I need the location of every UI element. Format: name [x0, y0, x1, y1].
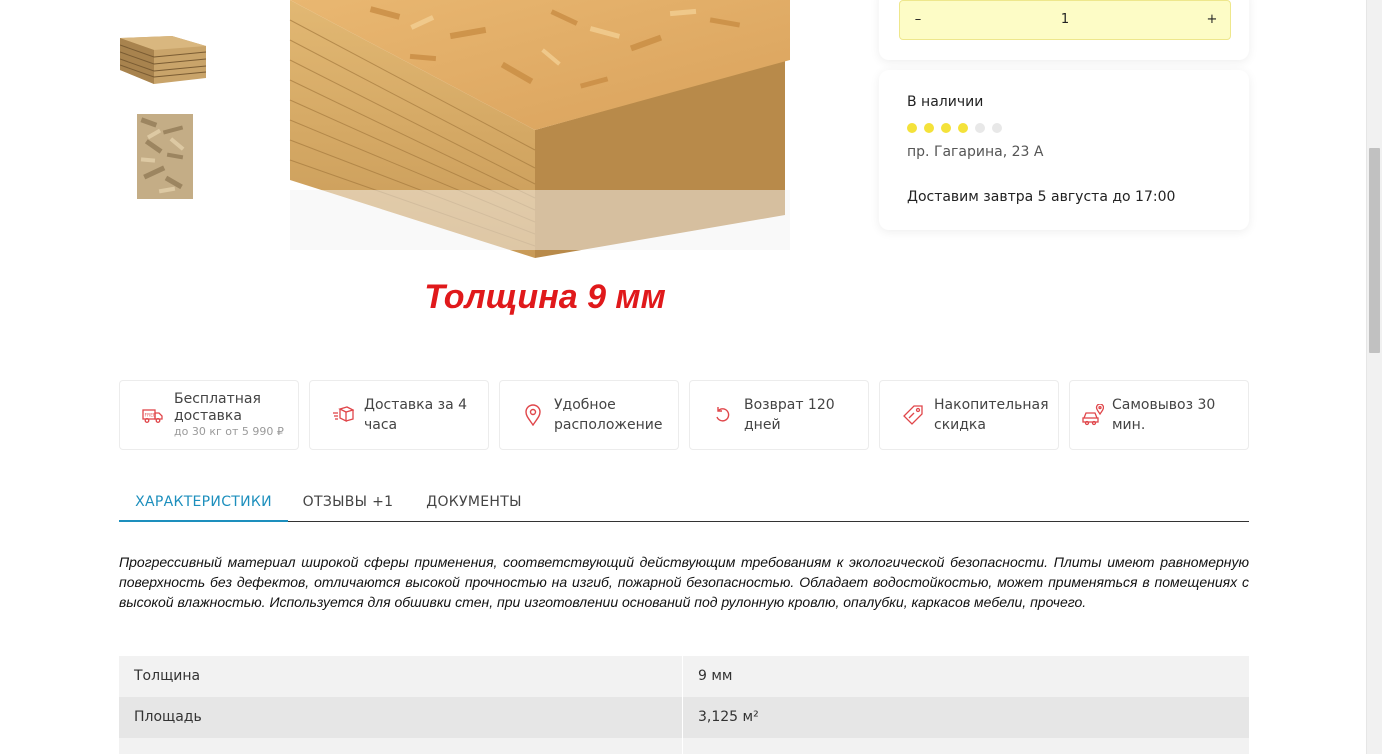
thumbnail-osb-texture[interactable] — [137, 114, 193, 199]
quantity-plus-button[interactable]: + — [1194, 1, 1230, 39]
product-tabs: ХАРАКТЕРИСТИКИ ОТЗЫВЫ +1 ДОКУМЕНТЫ — [119, 482, 1249, 522]
spec-value — [683, 738, 1249, 754]
spec-name — [119, 738, 683, 754]
quantity-input[interactable]: 1 — [940, 1, 1190, 39]
page-scrollbar[interactable] — [1366, 0, 1382, 754]
stock-card: В наличии пр. Гагарина, 23 А Доставим за… — [879, 70, 1249, 230]
rating-dot-empty — [992, 123, 1002, 133]
return-arrow-icon — [712, 404, 734, 426]
rating-dot-filled — [958, 123, 968, 133]
rating-dot-filled — [924, 123, 934, 133]
benefit-title: Накопительная скидка — [934, 397, 1049, 433]
stock-status: В наличии — [907, 94, 984, 110]
quantity-minus-button[interactable]: – — [900, 1, 936, 39]
scrollbar-thumb[interactable] — [1369, 148, 1380, 353]
car-pickup-icon — [1082, 404, 1104, 426]
spec-name: Площадь — [119, 697, 683, 738]
benefit-title: Возврат 120 дней — [744, 397, 835, 433]
benefit-title: Доставка за 4 часа — [364, 397, 468, 433]
benefit-title: Самовывоз 30 мин. — [1112, 397, 1216, 433]
rating-dot-empty — [975, 123, 985, 133]
rating-dot-filled — [941, 123, 951, 133]
table-row: Площадь 3,125 м² — [119, 697, 1249, 738]
benefit-fast-delivery: Доставка за 4 часа — [309, 380, 489, 450]
product-description: Прогрессивный материал широкой сферы при… — [119, 554, 1249, 610]
spec-value: 9 мм — [698, 668, 733, 684]
rating-dot-filled — [907, 123, 917, 133]
spec-name: Толщина — [119, 656, 683, 697]
benefit-title: Бесплатная доставка — [174, 391, 261, 424]
benefit-return: Возврат 120 дней — [689, 380, 869, 450]
benefit-subtitle: до 30 кг от 5 990 ₽ — [174, 425, 284, 438]
table-row — [119, 738, 1249, 754]
table-row: Толщина 9 мм — [119, 656, 1249, 697]
image-caption: Толщина 9 мм — [424, 278, 666, 316]
tab-reviews[interactable]: ОТЗЫВЫ +1 — [298, 482, 398, 522]
benefit-location: Удобное расположение — [499, 380, 679, 450]
box-fast-icon — [332, 404, 354, 426]
location-pin-icon — [522, 404, 544, 426]
specs-table: Толщина 9 мм Площадь 3,125 м² — [119, 656, 1249, 754]
discount-tag-icon — [902, 404, 924, 426]
benefit-pickup: Самовывоз 30 мин. — [1069, 380, 1249, 450]
quantity-stepper[interactable]: – 1 + — [899, 0, 1231, 40]
benefit-title: Удобное расположение — [554, 397, 663, 433]
spec-value: 3,125 м² — [698, 709, 759, 725]
svg-text:FREE: FREE — [145, 413, 157, 419]
quantity-card: – 1 + — [879, 0, 1249, 60]
thumbnail-osb-stack[interactable] — [120, 0, 206, 84]
tab-documents[interactable]: ДОКУМЕНТЫ — [419, 482, 529, 522]
benefit-free-delivery: FREE Бесплатная доставка до 30 кг от 5 9… — [119, 380, 299, 450]
store-address[interactable]: пр. Гагарина, 23 А — [907, 144, 1043, 160]
truck-free-icon: FREE — [142, 404, 164, 426]
benefit-discount: Накопительная скидка — [879, 380, 1059, 450]
stock-rating — [907, 123, 1002, 133]
tab-characteristics[interactable]: ХАРАКТЕРИСТИКИ — [119, 482, 288, 522]
delivery-info: Доставим завтра 5 августа до 17:00 — [907, 189, 1176, 205]
